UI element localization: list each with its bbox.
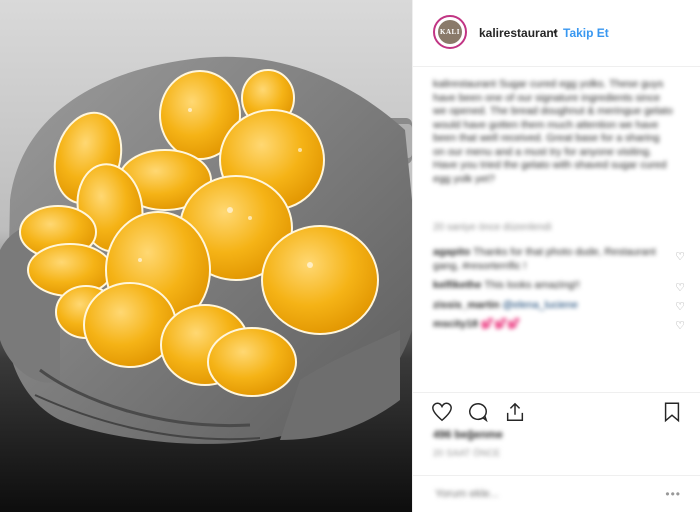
comment-user[interactable]: kelfikethe: [433, 279, 481, 291]
comment-item: kelfikethe This looks amazing!!: [433, 279, 669, 293]
post-sidebar: KALI kalirestaurant • Takip Et kaliresta…: [412, 0, 700, 512]
comment-item: zissis_martin @elena_luciene: [433, 299, 669, 313]
heart-icon[interactable]: [431, 401, 453, 423]
username-link[interactable]: kalirestaurant: [479, 26, 558, 40]
share-icon[interactable]: [504, 401, 526, 423]
comment-list: agapito Thanks for that photo dude, Rest…: [433, 246, 669, 338]
post-caption: kalirestaurant Sugar cured egg yolks. Th…: [433, 78, 673, 185]
separator-dot: •: [553, 25, 558, 39]
comment-text: 💕💕💕: [480, 318, 521, 330]
comment-user[interactable]: zissis_martin: [433, 299, 500, 311]
comment-like-icon[interactable]: ♡: [675, 319, 685, 332]
comment-user[interactable]: agapito: [433, 246, 470, 258]
more-options-icon[interactable]: •••: [665, 487, 681, 501]
add-comment-input[interactable]: [433, 487, 637, 501]
bookmark-icon[interactable]: [661, 401, 683, 423]
post-actions: 496 beğenme 20 SAAT ÖNCE •••: [413, 392, 700, 513]
comment-like-icon[interactable]: ♡: [675, 281, 685, 294]
action-icons: [431, 401, 536, 425]
comment-mention[interactable]: @elena_luciene: [502, 299, 577, 311]
post-dialog: KALI kalirestaurant • Takip Et kaliresta…: [0, 0, 700, 512]
add-comment-bar: •••: [413, 475, 700, 514]
comment-user[interactable]: mscity18: [433, 318, 478, 330]
likes-count[interactable]: 496 beğenme: [433, 429, 503, 441]
follow-button[interactable]: Takip Et: [563, 26, 609, 40]
post-photo[interactable]: [0, 0, 412, 512]
caption-time: 20 saniye önce düzenlendi: [433, 222, 552, 233]
comment-like-icon[interactable]: ♡: [675, 300, 685, 313]
comment-icon[interactable]: [467, 401, 489, 423]
comment-text: This looks amazing!!: [484, 279, 580, 291]
comment-like-icon[interactable]: ♡: [675, 250, 685, 263]
comment-item: mscity18 💕💕💕: [433, 318, 669, 332]
avatar-logo: KALI: [438, 20, 462, 44]
post-header: KALI kalirestaurant • Takip Et: [413, 0, 700, 67]
avatar[interactable]: KALI: [433, 15, 467, 49]
comment-item: agapito Thanks for that photo dude, Rest…: [433, 246, 669, 273]
egg-yolks-image: [0, 56, 412, 444]
post-time: 20 SAAT ÖNCE: [433, 448, 501, 458]
